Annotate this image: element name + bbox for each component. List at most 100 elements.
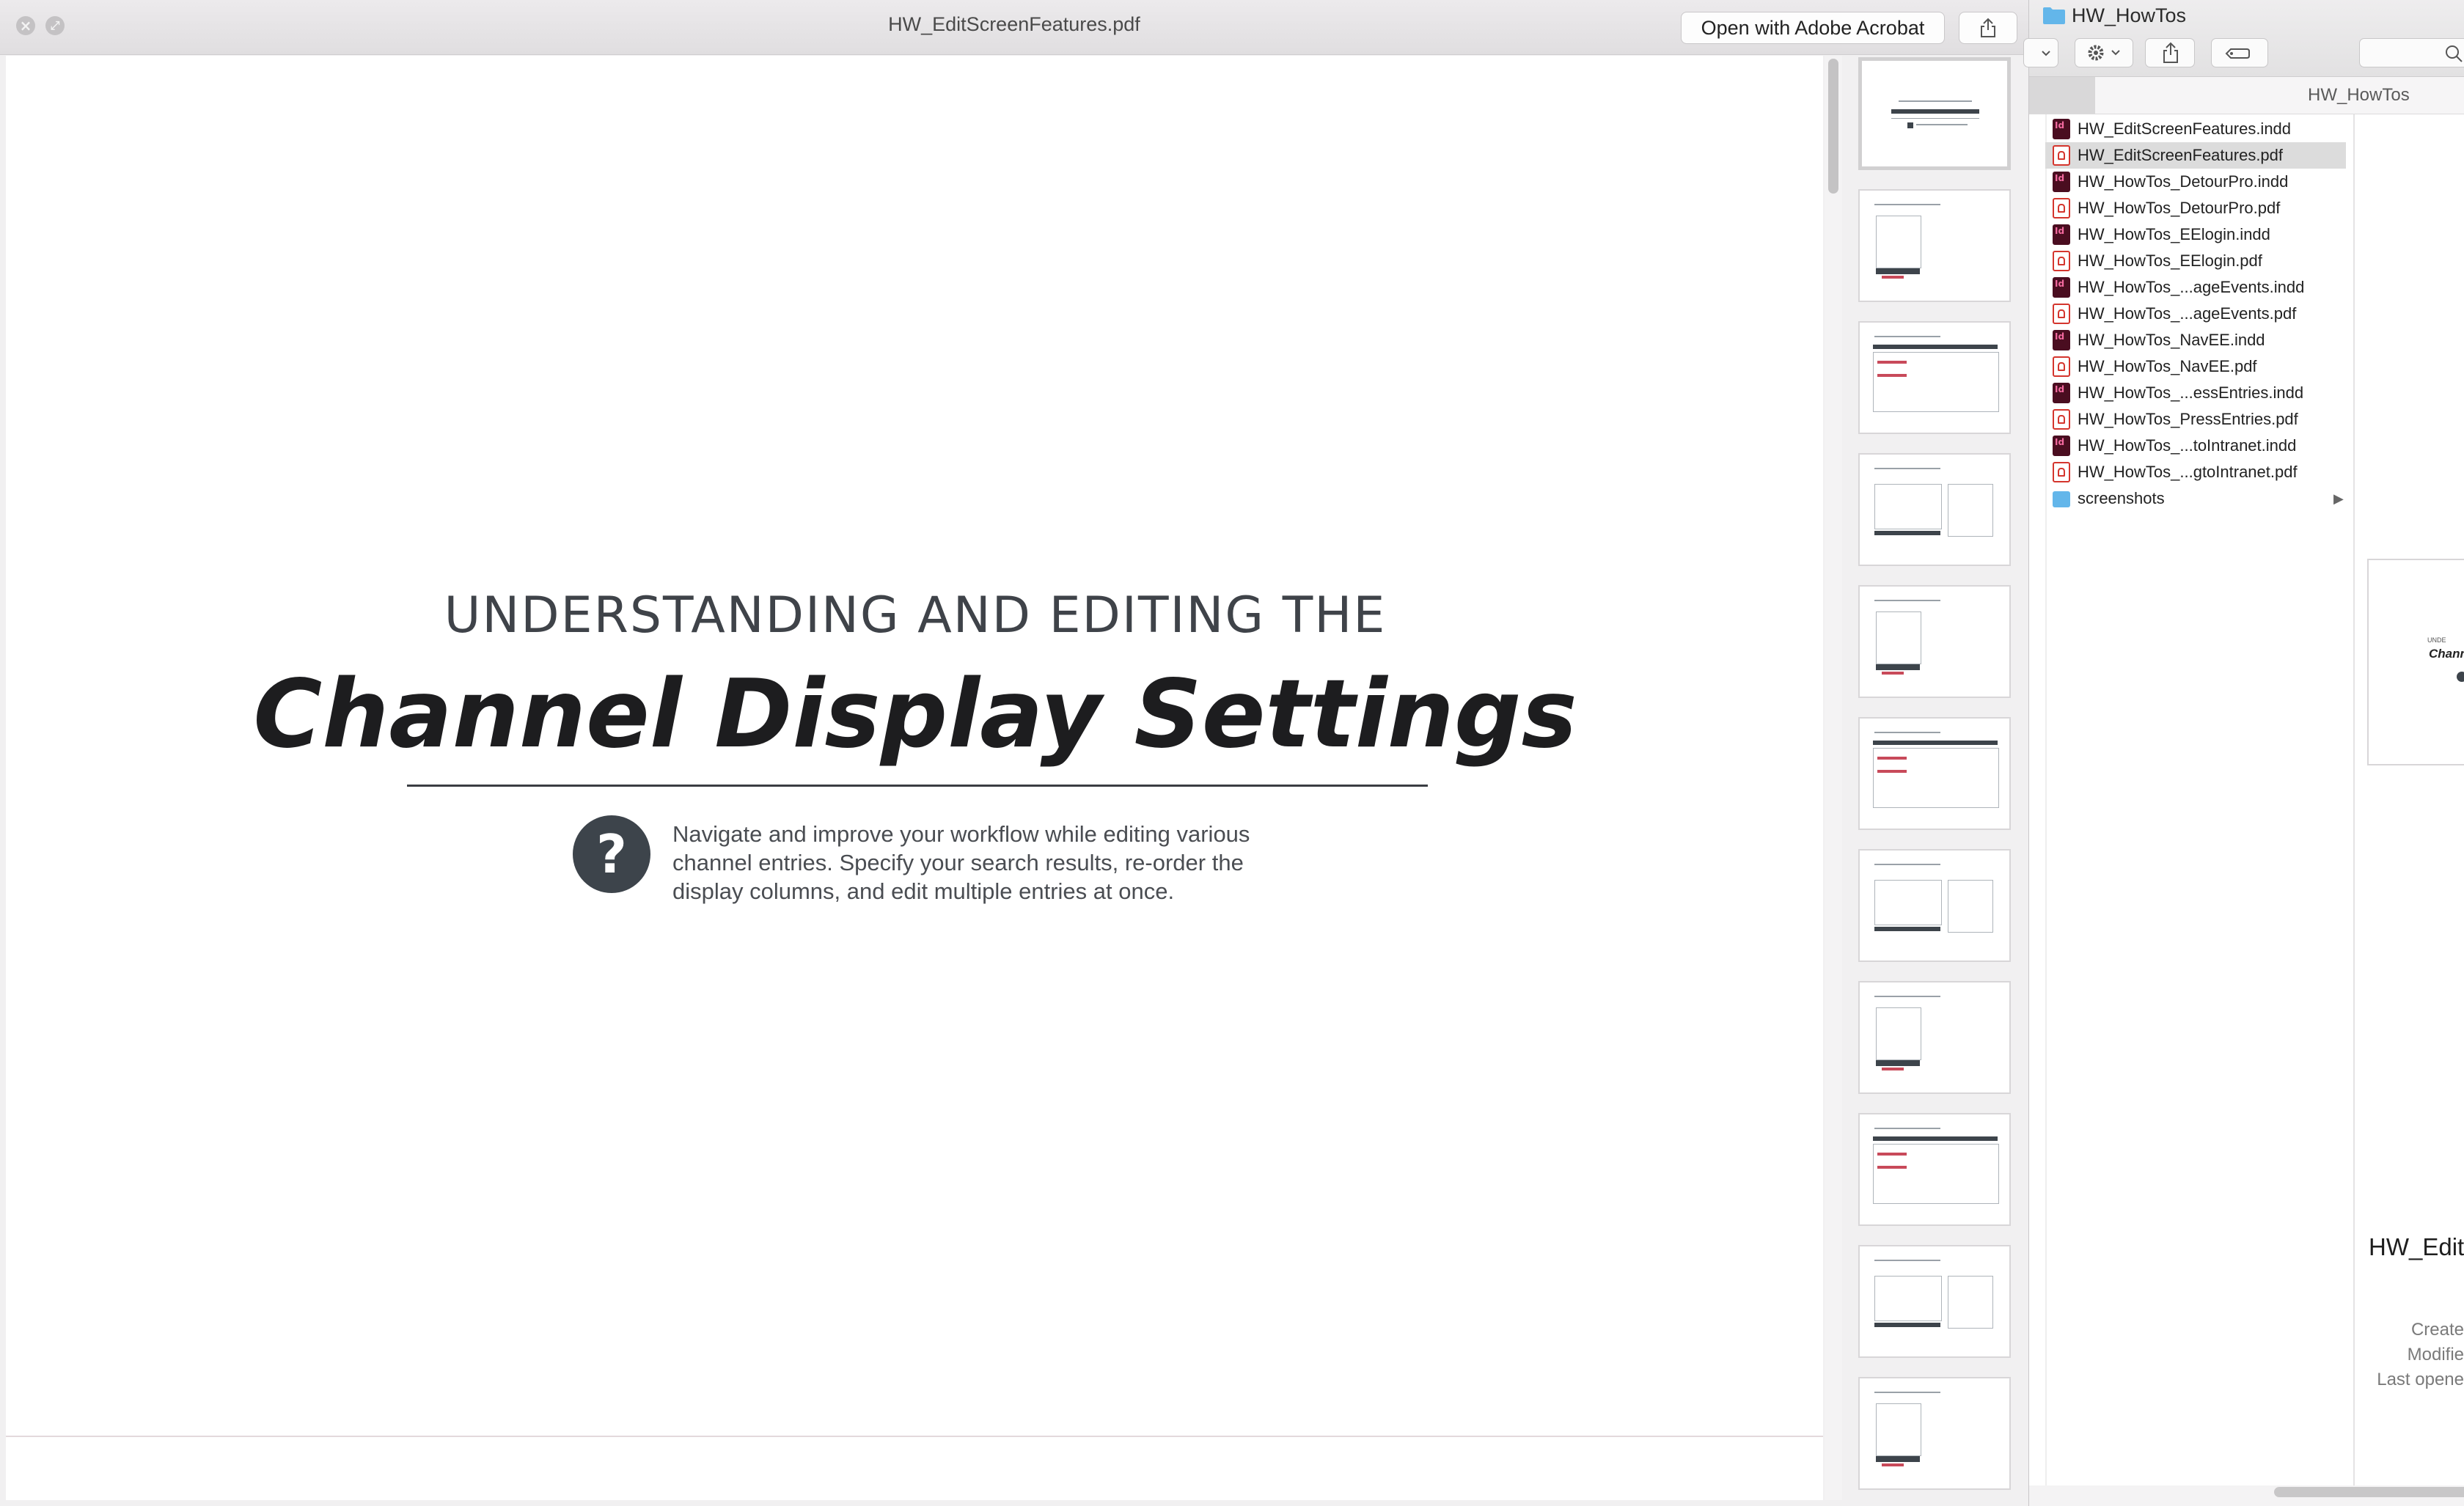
thumbnail-detail [1877,374,1907,377]
file-item[interactable]: HW_HowTos_DetourPro.pdf [2045,195,2346,221]
open-with-acrobat-button[interactable]: Open with Adobe Acrobat [1681,12,1945,44]
thumbnail-detail [1874,1128,1940,1129]
view-options-button[interactable] [2023,38,2058,67]
thumbnail-detail [1882,276,1904,279]
indesign-file-icon [2053,383,2070,403]
share-button[interactable] [1959,12,2017,44]
file-item[interactable]: HW_HowTos_...toIntranet.indd [2045,433,2346,459]
indesign-file-icon [2053,277,2070,298]
preview-thumb-title: Chann [2429,647,2464,661]
column-header: HW_HowTos [2029,77,2464,114]
page-thumbnail[interactable] [1858,849,2011,962]
file-item[interactable]: HW_HowTos_NavEE.pdf [2045,353,2346,380]
pdf-file-icon [2053,409,2070,430]
page-thumbnail[interactable] [1858,321,2011,434]
thumbnail-detail [1876,664,1920,670]
gear-icon [2088,45,2120,61]
indesign-file-icon [2053,119,2070,139]
question-icon [2457,672,2464,682]
document-intro: Navigate and improve your workflow while… [672,821,1250,904]
file-name: HW_HowTos_NavEE.indd [2078,331,2265,349]
folder-icon [2053,491,2070,507]
thumbnail-detail [1907,122,1913,128]
thumbnail-detail [1874,531,1940,535]
document-subtitle: UNDERSTANDING AND EDITING THE [444,587,1387,644]
page-thumbnail[interactable] [1858,1377,2011,1490]
file-item[interactable]: HW_EditScreenFeatures.indd [2045,116,2346,142]
thumbnail-detail [1882,1068,1904,1070]
file-item[interactable]: HW_HowTos_...ageEvents.indd [2045,274,2346,301]
page-thumbnail[interactable] [1858,453,2011,566]
file-item[interactable]: HW_HowTos_NavEE.indd [2045,327,2346,353]
file-name: HW_EditScreenFeatures.indd [2078,120,2292,138]
question-icon: ? [573,815,650,893]
file-name: screenshots [2078,489,2165,507]
thumbnail-detail [1874,880,1942,925]
thumbnail-detail [1874,732,1940,733]
page-thumbnail[interactable] [1858,189,2011,302]
file-item[interactable]: HW_HowTos_EElogin.pdf [2045,248,2346,274]
page-thumbnail[interactable] [1858,717,2011,830]
page-thumbnail[interactable] [1858,1113,2011,1226]
thumbnail-detail [1877,757,1907,760]
file-name: HW_HowTos_EElogin.indd [2078,225,2270,243]
pdf-file-icon [2053,304,2070,324]
file-name: HW_HowTos_...essEntries.indd [2078,383,2304,402]
file-item[interactable]: HW_HowTos_...gtoIntranet.pdf [2045,459,2346,485]
column-header-label: HW_HowTos [2308,85,2410,105]
share-button[interactable] [2145,38,2195,67]
folder-icon [2043,7,2065,24]
thumbnail-detail [1874,204,1940,205]
pdf-page [6,56,1823,1500]
file-name: HW_HowTos_...ageEvents.pdf [2078,304,2297,323]
title-divider [407,785,1428,787]
document-scrollbar[interactable] [1825,56,1842,1500]
column-header-previous [2029,77,2095,114]
page-thumbnail[interactable] [1858,585,2011,698]
document-title: Channel Display Settings [253,660,1577,769]
thumbnail-detail [1876,1456,1920,1462]
indesign-file-icon [2053,224,2070,245]
action-menu-button[interactable] [2075,38,2133,67]
thumbnail-detail [1876,268,1920,274]
search-icon [2446,45,2463,62]
page-thumbnail[interactable] [1858,981,2011,1094]
page-thumbnail[interactable] [1858,1245,2011,1358]
search-field[interactable] [2359,38,2464,67]
page-thumbnail[interactable] [1858,57,2011,170]
thumbnail-detail [1891,109,1979,114]
thumbnail-detail [1882,1463,1904,1466]
tags-button[interactable] [2211,38,2268,67]
pdf-file-icon [2053,462,2070,482]
file-name: HW_HowTos_NavEE.pdf [2078,357,2257,375]
preview-filename: HW_Edit [2369,1233,2464,1260]
file-item[interactable]: HW_EditScreenFeatures.pdf [2045,142,2346,169]
thumbnail-detail [1874,1260,1940,1261]
thumbnail-detail [1873,741,1998,745]
indesign-file-icon [2053,172,2070,192]
chevron-down-icon [2042,51,2050,56]
file-item[interactable]: HW_HowTos_DetourPro.indd [2045,169,2346,195]
file-item[interactable]: HW_HowTos_...essEntries.indd [2045,380,2346,406]
pdf-file-icon [2053,356,2070,377]
file-item[interactable]: HW_HowTos_PressEntries.pdf [2045,406,2346,433]
share-icon [1981,18,1995,37]
folder-item[interactable]: screenshots ▶ [2045,485,2346,512]
thumbnail-detail [1948,880,1993,933]
scrollbar-thumb[interactable] [1828,59,1838,194]
file-item[interactable]: HW_HowTos_...ageEvents.pdf [2045,301,2346,327]
indesign-file-icon [2053,330,2070,350]
thumbnail-detail [1874,1392,1940,1393]
quicklook-window: × ⤢ HW_EditScreenFeatures.pdf Open with … [0,0,2029,1506]
file-name: HW_HowTos_PressEntries.pdf [2078,410,2298,428]
disclosure-arrow-icon[interactable]: ▶ [2333,491,2344,507]
thumbnail-detail [1876,1007,1921,1060]
finder-title: HW_HowTos [2072,4,2187,26]
column-divider[interactable] [2353,114,2355,1485]
thumbnail-detail [1877,770,1907,773]
thumbnail-detail [1948,484,1993,537]
horizontal-scrollbar-thumb[interactable] [2274,1487,2464,1497]
indesign-file-icon [2053,436,2070,456]
thumbnail-detail [1948,1276,1993,1329]
file-item[interactable]: HW_HowTos_EElogin.indd [2045,221,2346,248]
